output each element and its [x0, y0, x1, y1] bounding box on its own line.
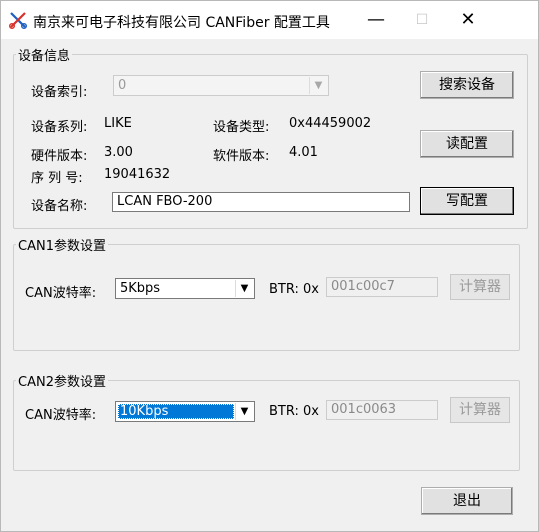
read-config-button[interactable]: 读配置: [420, 130, 514, 158]
minimize-button[interactable]: —: [353, 1, 399, 39]
can1-group-title: CAN1参数设置: [18, 239, 106, 254]
write-config-button[interactable]: 写配置: [420, 187, 514, 215]
device-index-label: 设备索引:: [31, 85, 88, 100]
sw-version-value: 4.01: [289, 145, 318, 160]
chevron-down-icon[interactable]: ▼: [235, 280, 253, 297]
can2-baud-select[interactable]: 10Kbps ▼: [115, 401, 255, 422]
device-index-select[interactable]: 0 ▼: [113, 75, 329, 96]
can1-calculator-button[interactable]: 计算器: [450, 274, 510, 300]
serial-number-value: 19041632: [104, 167, 171, 182]
device-name-field[interactable]: LCAN FBO-200: [112, 192, 410, 212]
can2-btr-field[interactable]: 001c0063: [326, 400, 438, 420]
close-button[interactable]: ✕: [445, 1, 491, 39]
device-index-value: 0: [118, 78, 127, 93]
search-device-button[interactable]: 搜索设备: [420, 71, 514, 99]
can2-group-title: CAN2参数设置: [18, 375, 106, 390]
device-type-label: 设备类型:: [213, 120, 270, 135]
device-name-label: 设备名称:: [31, 199, 88, 214]
sw-version-label: 软件版本:: [213, 149, 270, 164]
can2-baud-value: 10Kbps: [118, 404, 234, 419]
can1-btr-label: BTR: 0x: [269, 282, 319, 297]
hw-version-value: 3.00: [104, 145, 133, 160]
device-info-group-title: 设备信息: [18, 49, 71, 64]
can2-baud-label: CAN波特率:: [25, 408, 97, 423]
can2-btr-label: BTR: 0x: [269, 404, 319, 419]
can2-calculator-button[interactable]: 计算器: [450, 397, 510, 423]
app-window: 南京来可电子科技有限公司 CANFiber 配置工具 — ☐ ✕ 设备信息 设备…: [0, 0, 539, 532]
chevron-down-icon[interactable]: ▼: [309, 77, 327, 94]
serial-number-label: 序 列 号:: [31, 171, 83, 186]
hw-version-label: 硬件版本:: [31, 149, 88, 164]
scissors-icon: [9, 11, 27, 29]
can1-baud-value: 5Kbps: [120, 281, 161, 296]
device-type-value: 0x44459002: [289, 116, 372, 131]
exit-button[interactable]: 退出: [421, 487, 513, 515]
title-bar[interactable]: 南京来可电子科技有限公司 CANFiber 配置工具 — ☐ ✕: [1, 1, 538, 39]
chevron-down-icon[interactable]: ▼: [235, 403, 253, 420]
can1-baud-select[interactable]: 5Kbps ▼: [115, 278, 255, 299]
window-title: 南京来可电子科技有限公司 CANFiber 配置工具: [33, 15, 330, 31]
maximize-button[interactable]: ☐: [399, 1, 445, 39]
device-series-label: 设备系列:: [31, 120, 88, 135]
can1-btr-field[interactable]: 001c00c7: [326, 277, 438, 297]
device-series-value: LIKE: [104, 116, 132, 131]
can1-baud-label: CAN波特率:: [25, 286, 97, 301]
